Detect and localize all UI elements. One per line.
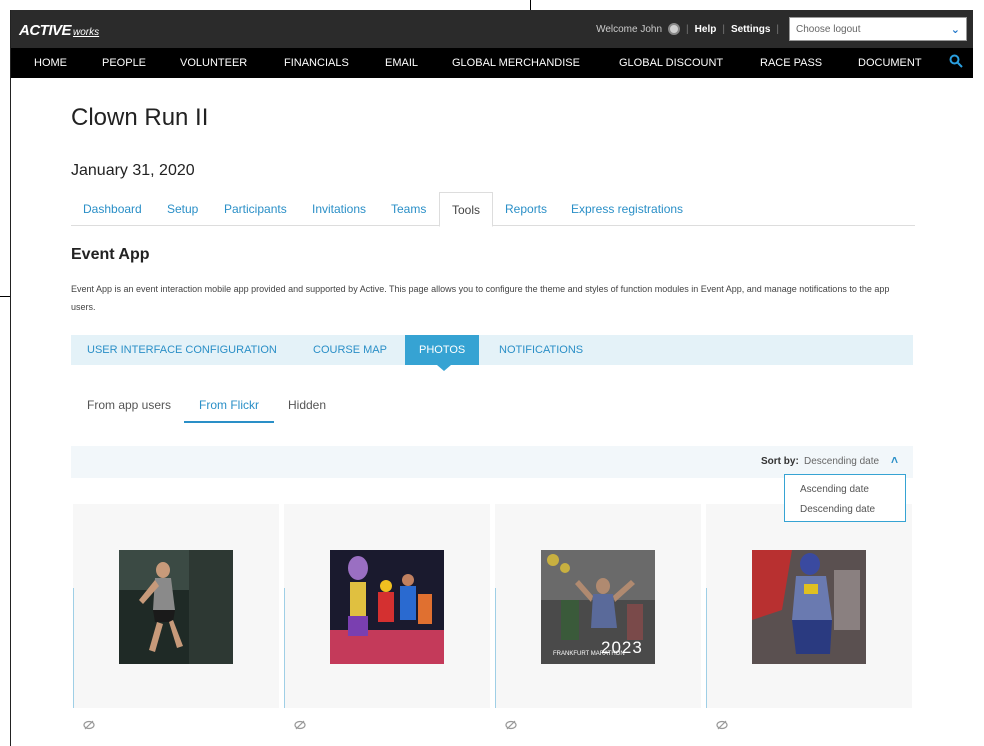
tab-dashboard[interactable]: Dashboard (83, 202, 142, 216)
app-window: ACTIVE works Welcome John | Help | Setti… (10, 10, 973, 746)
photo-card[interactable]: FRANKFURT MARATHON 2023 (495, 504, 701, 730)
tab-express-registrations[interactable]: Express registrations (571, 202, 683, 216)
photo-source-tabs: From app users From Flickr Hidden (71, 394, 471, 424)
section-description: Event App is an event interaction mobile… (71, 284, 890, 312)
phototab-hidden[interactable]: Hidden (288, 398, 326, 412)
globe-icon[interactable] (668, 23, 681, 35)
sort-option-descending[interactable]: Descending date (800, 504, 875, 515)
nav-item-home[interactable]: HOME (34, 57, 67, 69)
settings-link[interactable]: Settings (731, 24, 770, 35)
chevron-up-icon[interactable]: ˄ (891, 453, 898, 467)
search-icon[interactable] (949, 54, 963, 68)
superhero-runner-photo (752, 550, 866, 664)
tab-reports[interactable]: Reports (505, 202, 547, 216)
photo-thumbnail[interactable]: FRANKFURT MARATHON 2023 (541, 550, 655, 664)
subnav-notifications[interactable]: NOTIFICATIONS (499, 344, 583, 356)
photo-card[interactable] (73, 504, 279, 730)
page-title: Clown Run II (71, 104, 209, 131)
eye-hidden-icon[interactable] (716, 720, 728, 730)
section-title: Event App (71, 246, 150, 263)
nav-item-email[interactable]: EMAIL (385, 57, 418, 69)
photo-thumbnail[interactable] (119, 550, 233, 664)
photo-card[interactable] (706, 504, 912, 730)
eye-hidden-icon[interactable] (505, 720, 517, 730)
frame-line (0, 296, 10, 297)
photo-card[interactable] (284, 504, 490, 730)
frame-line (530, 0, 531, 10)
active-caret (437, 365, 451, 371)
tab-teams[interactable]: Teams (391, 202, 426, 216)
event-app-subnav: USER INTERFACE CONFIGURATION COURSE MAP … (71, 335, 913, 371)
sort-select[interactable]: Descending date (804, 456, 879, 467)
activeworks-logo[interactable]: ACTIVE works (19, 22, 99, 39)
costume-parade-photo (330, 550, 444, 664)
subnav-user-interface-configuration[interactable]: USER INTERFACE CONFIGURATION (87, 344, 277, 356)
nav-item-people[interactable]: PEOPLE (102, 57, 146, 69)
chevron-down-icon: ⌄ (950, 23, 960, 36)
eye-hidden-icon[interactable] (83, 720, 95, 730)
logout-select-value: Choose logout (796, 23, 861, 35)
sort-dropdown: Ascending date Descending date (784, 474, 906, 522)
nav-item-global-merchandise[interactable]: GLOBAL MERCHANDISE (452, 57, 580, 69)
main-nav: HOME PEOPLE VOLUNTEER FINANCIALS EMAIL G… (11, 48, 973, 78)
nav-item-volunteer[interactable]: VOLUNTEER (180, 57, 247, 69)
sort-label: Sort by: (761, 456, 799, 467)
event-date: January 31, 2020 (71, 162, 195, 179)
runner-photo (119, 550, 233, 664)
photo-badge-year: 2023 (601, 638, 643, 657)
sort-option-ascending[interactable]: Ascending date (800, 484, 869, 495)
help-link[interactable]: Help (695, 24, 717, 35)
photo-thumbnail[interactable] (752, 550, 866, 664)
subnav-course-map[interactable]: COURSE MAP (313, 344, 387, 356)
subnav-photos[interactable]: PHOTOS (405, 335, 480, 365)
tab-invitations[interactable]: Invitations (312, 202, 366, 216)
event-tabs: Dashboard Setup Participants Invitations… (71, 192, 915, 227)
welcome-text: Welcome John (596, 23, 663, 35)
phototab-from-flickr[interactable]: From Flickr (184, 398, 274, 423)
photo-thumbnail[interactable] (330, 550, 444, 664)
top-right-links: Welcome John | Help | Settings | Choose … (596, 17, 967, 41)
nav-item-financials[interactable]: FINANCIALS (284, 57, 349, 69)
nav-item-race-pass[interactable]: RACE PASS (760, 57, 822, 69)
tab-tools[interactable]: Tools (439, 192, 494, 227)
top-bar: ACTIVE works Welcome John | Help | Setti… (11, 10, 973, 48)
nav-item-document[interactable]: DOCUMENT (858, 57, 922, 69)
nav-item-global-discount[interactable]: GLOBAL DISCOUNT (619, 57, 723, 69)
tab-participants[interactable]: Participants (224, 202, 287, 216)
logout-select[interactable]: Choose logout ⌄ (789, 17, 967, 41)
phototab-from-app-users[interactable]: From app users (87, 398, 171, 412)
eye-hidden-icon[interactable] (294, 720, 306, 730)
tab-setup[interactable]: Setup (167, 202, 198, 216)
